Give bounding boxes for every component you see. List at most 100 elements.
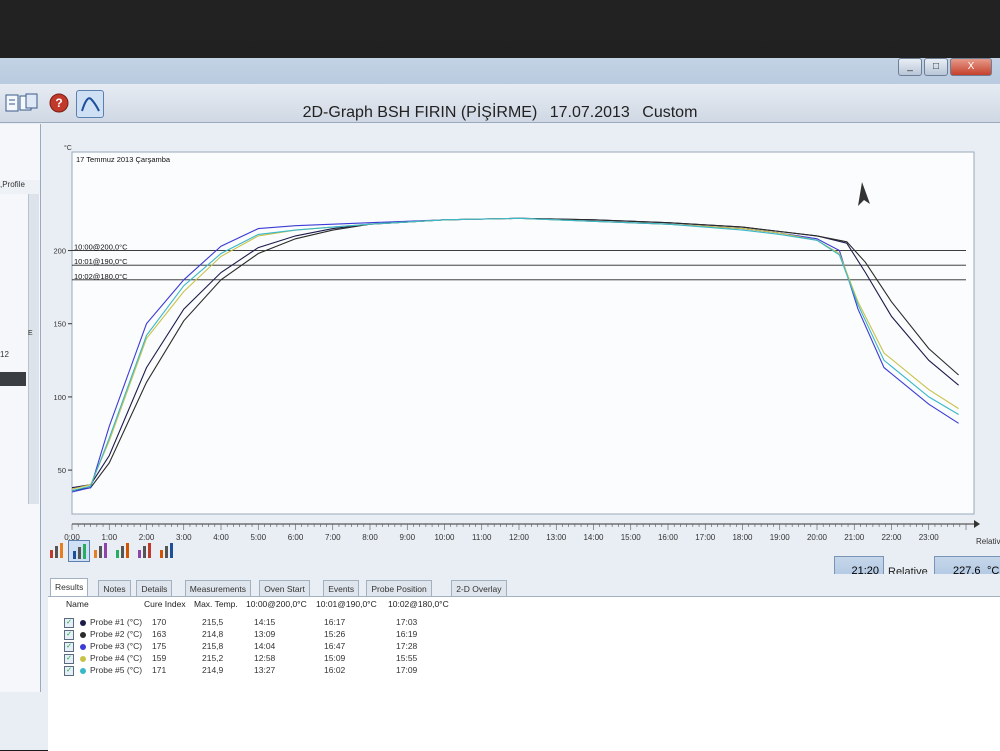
left-panel-selection[interactable] [0,372,26,386]
graph-title: 2D-Graph BSH FIRIN (PİŞİRME) 17.07.2013 … [0,104,1000,122]
time-200: 13:09 [254,629,276,639]
y-unit-label: °C [64,144,72,152]
reference-label: 10:02@180,0°C [74,272,128,281]
maximize-button[interactable]: □ [924,58,948,76]
max-temp: 215,5 [202,617,224,627]
probe-checkbox[interactable]: ✓ [64,630,74,640]
probe-color-icon [80,620,86,626]
time-180: 17:28 [396,641,418,651]
left-panel-marker: E [28,330,33,337]
x-tick-label: 13:00 [546,533,567,542]
time-200: 14:04 [254,641,276,651]
time-200: 14:15 [254,617,276,627]
close-button[interactable]: X [950,58,992,76]
view-icons-bar [46,540,186,562]
cure-index: 159 [152,653,167,663]
time-180: 16:19 [396,629,418,639]
x-tick-label: 15:00 [621,533,642,542]
tab-probe-position[interactable]: Probe Position [366,580,432,597]
time-180: 17:09 [396,665,418,675]
x-tick-label: 20:00 [807,533,828,542]
max-temp: 214,9 [202,665,224,675]
results-header[interactable]: Name [66,599,89,609]
chart-svg[interactable]: 17 Temmuz 2013 Çarşamba °C 10:00@200,0°C 10… [42,130,1000,550]
tab-2-d-overlay[interactable]: 2-D Overlay [451,580,507,597]
x-tick-label: 8:00 [362,533,378,542]
x-tick-label: 16:00 [658,533,679,542]
minimize-button[interactable]: _ [898,58,922,76]
tab-events[interactable]: Events [323,580,360,597]
profile-header: ,Profile [0,180,40,194]
x-tick-label: 5:00 [250,533,266,542]
bar-chart-icon[interactable] [46,540,66,560]
y-tick-label: 100 [53,393,66,402]
date-label: 17 Temmuz 2013 Çarşamba [76,155,171,164]
x-tick-label: 11:00 [472,533,492,542]
cure-index: 163 [152,629,167,639]
reference-label: 10:01@190,0°C [74,257,128,266]
x-axis-arrow [974,520,980,528]
tab-details[interactable]: Details [136,580,173,597]
results-table: Name Cure Index Max. Temp. 10:00@200,0°C 10:… [48,596,1000,751]
probe-color-icon [80,644,86,650]
y-tick-label: 150 [53,320,66,329]
x-tick-label: 21:00 [844,533,865,542]
multi-bar-icon[interactable] [156,540,176,560]
probe-name: Probe #5 (°C) [90,665,143,675]
tab-results[interactable]: Results [50,578,89,597]
pie-icon[interactable] [134,540,154,560]
time-190: 15:09 [324,653,346,663]
cure-index: 170 [152,617,167,627]
results-header[interactable]: 10:00@200,0°C [246,599,307,609]
probe-checkbox[interactable]: ✓ [64,654,74,664]
results-header[interactable]: 10:01@190,0°C [316,599,377,609]
results-header[interactable]: Cure Index [144,599,186,609]
left-scrollbar[interactable] [28,194,39,504]
max-temp: 215,2 [202,653,224,663]
time-200: 12:58 [254,653,276,663]
tab-notes[interactable]: Notes [98,580,131,597]
x-tick-label: 19:00 [770,533,791,542]
cure-index: 171 [152,665,167,675]
y-tick-label: 200 [53,247,66,256]
chart-area[interactable]: 17 Temmuz 2013 Çarşamba °C 10:00@200,0°C 10… [42,130,1000,550]
time-190: 16:17 [324,617,346,627]
results-header[interactable]: 10:02@180,0°C [388,599,449,609]
time-190: 15:26 [324,629,346,639]
x-tick-label: 6:00 [288,533,304,542]
max-temp: 215,8 [202,641,224,651]
probe-checkbox[interactable]: ✓ [64,666,74,676]
tab-measurements[interactable]: Measurements [184,580,252,597]
x-tick-label: 17:00 [695,533,716,542]
graph-title-date: 17.07.2013 [549,104,630,121]
graph-title-mode: Custom [642,104,698,121]
tab-oven-start[interactable]: Oven Start [259,580,310,597]
probe-checkbox[interactable]: ✓ [64,642,74,652]
table-row[interactable]: ✓ Probe #1 (°C) 170 215,5 14:15 16:17 17:03 [64,617,484,629]
results-panel: Results Notes Details Measurements Oven Star… [48,574,1000,751]
probe-checkbox[interactable]: ✓ [64,618,74,628]
probe-color-icon [80,668,86,674]
table-row[interactable]: ✓ Probe #4 (°C) 159 215,2 12:58 15:09 15:55 [64,653,484,665]
trend-icon[interactable] [112,540,132,560]
x-tick-label: 22:00 [881,533,902,542]
y-tick-label: 50 [58,466,66,475]
time-200: 13:27 [254,665,276,675]
x-tick-label: 12:00 [509,533,530,542]
histogram-icon[interactable] [90,540,110,560]
x-tick-label: 4:00 [213,533,229,542]
table-row[interactable]: ✓ Probe #2 (°C) 163 214,8 13:09 15:26 16:19 [64,629,484,641]
x-unit-label: Relative [976,537,1000,546]
graph-title-main: 2D-Graph BSH FIRIN (PİŞİRME) [302,104,538,121]
plot-area[interactable] [71,151,975,515]
x-tick-label: 7:00 [325,533,341,542]
results-header[interactable]: Max. Temp. [194,599,238,609]
left-panel: ,Profile E 12 [0,124,41,692]
max-temp: 214,8 [202,629,224,639]
probe-name: Probe #3 (°C) [90,641,143,651]
line-graph-icon[interactable] [68,540,90,562]
table-row[interactable]: ✓ Probe #5 (°C) 171 214,9 13:27 16:02 17:09 [64,665,484,677]
probe-name: Probe #4 (°C) [90,653,143,663]
table-row[interactable]: ✓ Probe #3 (°C) 175 215,8 14:04 16:47 17:28 [64,641,484,653]
x-tick-label: 23:00 [919,533,940,542]
